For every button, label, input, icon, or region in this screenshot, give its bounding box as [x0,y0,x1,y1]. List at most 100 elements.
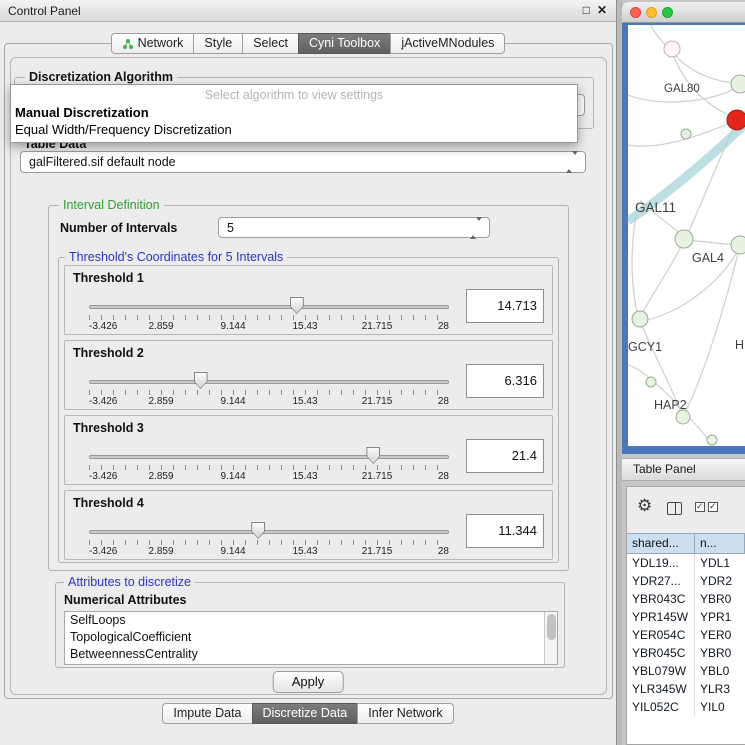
cell[interactable]: YER0 [695,626,745,644]
cell[interactable]: YDR2 [695,572,745,590]
slider-ticks [89,540,449,545]
network-node-gal4[interactable] [675,230,693,248]
column-header-name[interactable]: n... [695,533,745,554]
tab-network[interactable]: Network [111,33,195,54]
network-node[interactable] [731,75,745,93]
cell[interactable]: YDR27... [627,572,695,590]
close-traffic-light-icon[interactable] [630,7,641,18]
tick-label: -3.426 [89,396,117,407]
threshold-4-slider[interactable]: -3.426 2.859 9.144 15.43 21.715 28 [89,521,449,559]
dropdown-placeholder-item[interactable]: Select algorithm to view settings [11,85,577,104]
attributes-to-discretize-group: Attributes to discretize Numerical Attri… [55,582,565,668]
numerical-attributes-list[interactable]: SelfLoops TopologicalCoefficient Between… [64,611,558,665]
network-window-titlebar [622,2,745,23]
cell[interactable]: YBL079W [627,662,695,680]
cell[interactable]: YIL052C [627,698,695,716]
threshold-4-value-field[interactable]: 11.344 [466,514,544,548]
tick-label: 15.43 [292,321,317,332]
table-row[interactable]: YLR345W YLR3 [627,680,745,698]
tab-jactivemnodules[interactable]: jActiveMNodules [390,33,505,54]
threshold-2-slider[interactable]: -3.426 2.859 9.144 15.43 21.715 28 [89,371,449,409]
tab-select[interactable]: Select [242,33,299,54]
network-node[interactable] [707,435,717,445]
threshold-1-slider[interactable]: -3.426 2.859 9.144 15.43 21.715 28 [89,296,449,334]
cell[interactable]: YER054C [627,626,695,644]
list-item[interactable]: TopologicalCoefficient [65,629,557,646]
close-window-icon[interactable]: ✕ [597,3,607,17]
slider-track[interactable] [89,305,449,309]
list-scrollbar[interactable] [544,612,557,664]
scrollbar-thumb[interactable] [547,614,556,640]
gear-icon[interactable]: ⚙ [637,497,652,514]
combo-arrows-icon [566,155,578,169]
table-row[interactable]: YDR27... YDR2 [627,572,745,590]
column-header-shared-name[interactable]: shared... [627,533,695,554]
slider-thumb[interactable] [290,297,304,314]
threshold-3-value-field[interactable]: 21.4 [466,439,544,473]
dropdown-item-equal-width-frequency[interactable]: Equal Width/Frequency Discretization [11,121,577,138]
columns-icon[interactable] [667,502,682,515]
network-tab-icon [122,38,134,50]
slider-thumb[interactable] [366,447,380,464]
cell[interactable]: YIL0 [695,698,745,716]
numerical-attributes-label: Numerical Attributes [64,593,186,607]
table-row[interactable]: YBR045C YBR0 [627,644,745,662]
minimize-traffic-light-icon[interactable] [646,7,657,18]
slider-ticks [89,390,449,395]
slider-track[interactable] [89,455,449,459]
table-row[interactable]: YBR043C YBR0 [627,590,745,608]
threshold-1-value-field[interactable]: 14.713 [466,289,544,323]
table-row[interactable]: YDL19... YDL1 [627,554,745,572]
zoom-traffic-light-icon[interactable] [662,7,673,18]
tab-discretize-data[interactable]: Discretize Data [252,703,359,724]
network-node[interactable] [664,41,680,57]
cell[interactable]: YBR045C [627,644,695,662]
checkbox-icon[interactable] [708,502,718,512]
network-canvas[interactable]: GAL80 GAL11 GAL4 GCY1 H HAP2 [628,25,745,446]
network-node-hap2[interactable] [676,410,690,424]
dropdown-item-manual-discretization[interactable]: Manual Discretization [11,104,577,121]
threshold-2-value-field[interactable]: 6.316 [466,364,544,398]
slider-track[interactable] [89,380,449,384]
slider-thumb[interactable] [194,372,208,389]
table-row[interactable]: YIL052C YIL0 [627,698,745,716]
number-of-intervals-combobox[interactable]: 5 [218,217,490,238]
checkbox-icon[interactable] [695,502,705,512]
cell[interactable]: YDL1 [695,554,745,572]
list-item[interactable]: SelfLoops [65,612,557,629]
cell[interactable]: YLR3 [695,680,745,698]
table-row[interactable]: YBL079W YBL0 [627,662,745,680]
network-node[interactable] [681,129,691,139]
cell[interactable]: YBR043C [627,590,695,608]
threshold-3-slider[interactable]: -3.426 2.859 9.144 15.43 21.715 28 [89,446,449,484]
cell[interactable]: YPR1 [695,608,745,626]
cell[interactable]: YPR145W [627,608,695,626]
slider-thumb[interactable] [251,522,265,539]
table-panel-header[interactable]: Table Panel [622,458,745,481]
cell[interactable]: YLR345W [627,680,695,698]
table-data-combobox[interactable]: galFiltered.sif default node [20,151,586,173]
cell[interactable]: YBL0 [695,662,745,680]
number-of-intervals-label: Number of Intervals [60,221,177,235]
tab-style[interactable]: Style [193,33,243,54]
network-node-selected-red[interactable] [727,110,745,130]
tab-cyni-toolbox[interactable]: Cyni Toolbox [298,33,391,54]
float-window-icon[interactable]: □ [583,3,590,17]
algorithm-dropdown-popup: Select algorithm to view settings Manual… [10,84,578,143]
cell[interactable]: YBR0 [695,644,745,662]
table-row[interactable]: YER054C YER0 [627,626,745,644]
table-body: YDL19... YDL1 YDR27... YDR2 YBR043C YBR0… [627,554,745,716]
list-item[interactable]: BetweennessCentrality [65,646,557,663]
network-node-gcy1[interactable] [632,311,648,327]
cell[interactable]: YDL19... [627,554,695,572]
table-row[interactable]: YPR145W YPR1 [627,608,745,626]
cell[interactable]: YBR0 [695,590,745,608]
tab-infer-network[interactable]: Infer Network [357,703,453,724]
slider-track[interactable] [89,530,449,534]
network-node[interactable] [731,236,745,254]
tab-impute-data[interactable]: Impute Data [162,703,252,724]
tab-label: jActiveMNodules [401,34,494,53]
apply-button[interactable]: Apply [273,671,344,693]
network-node[interactable] [646,377,656,387]
select-columns-icons[interactable] [695,502,718,512]
